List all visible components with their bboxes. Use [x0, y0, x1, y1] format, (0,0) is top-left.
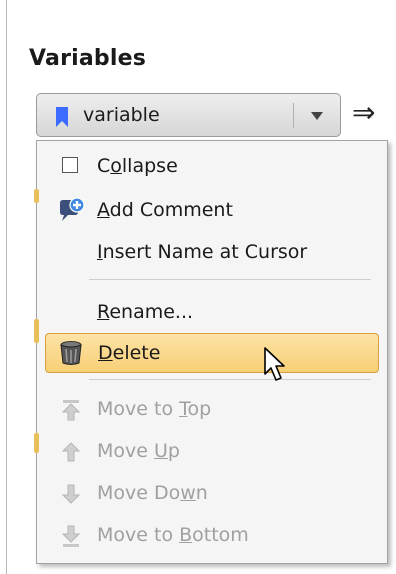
menu-item-rename[interactable]: Rename...: [45, 293, 379, 333]
right-arrow-icon: ⇒: [352, 96, 376, 129]
menu-item-move-down[interactable]: Move Down: [45, 474, 379, 514]
panel-border: [6, 0, 7, 574]
menu-item-move-up[interactable]: Move Up: [45, 432, 379, 472]
move-to-bottom-icon: [61, 525, 81, 547]
arrow-down-icon: [61, 484, 81, 504]
bookmark-icon: [56, 107, 68, 127]
menu-item-add-comment[interactable]: Add Comment: [45, 191, 379, 231]
menu-item-delete[interactable]: Delete: [45, 333, 379, 373]
dropdown-separator: [293, 103, 294, 128]
background-block-edge: [34, 189, 39, 203]
background-block-edge: [34, 433, 39, 453]
variable-name: variable: [83, 104, 160, 126]
menu-item-move-to-bottom[interactable]: Move to Bottom: [45, 516, 379, 556]
menu-item-move-to-top[interactable]: Move to Top: [45, 390, 379, 430]
chevron-down-icon[interactable]: [311, 112, 323, 120]
variable-dropdown[interactable]: variable: [36, 93, 341, 137]
mouse-pointer-icon: [264, 347, 285, 381]
add-comment-icon: [60, 197, 85, 221]
background-block-edge: [34, 319, 39, 343]
checkbox-icon[interactable]: [62, 157, 78, 173]
panel-title: Variables: [29, 46, 147, 71]
menu-divider: [89, 279, 371, 280]
menu-divider: [89, 379, 371, 380]
context-menu: Collapse Add Comment Insert Name at Curs…: [34, 140, 388, 564]
move-to-top-icon: [61, 400, 81, 421]
menu-item-insert-name-at-cursor[interactable]: Insert Name at Cursor: [45, 233, 379, 273]
trash-icon: [60, 341, 82, 365]
menu-item-collapse[interactable]: Collapse: [45, 147, 379, 187]
arrow-up-icon: [61, 442, 81, 462]
